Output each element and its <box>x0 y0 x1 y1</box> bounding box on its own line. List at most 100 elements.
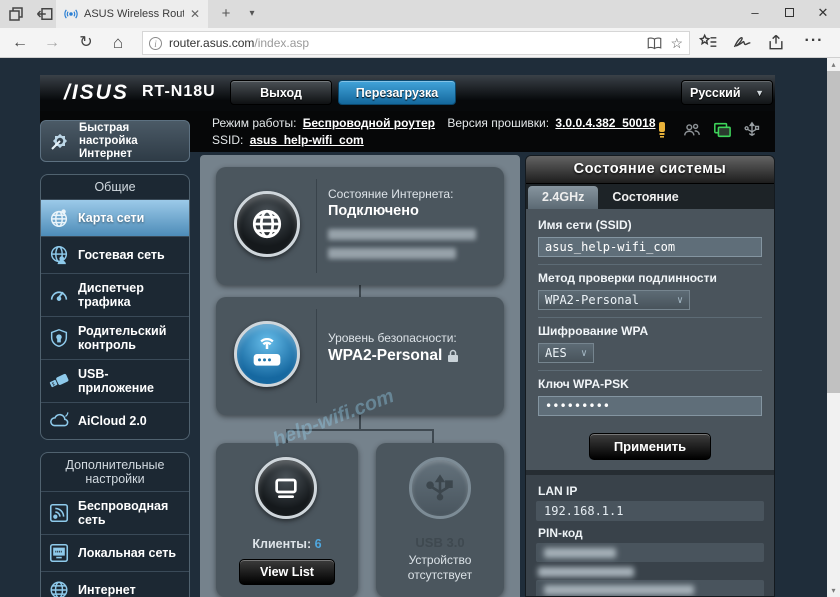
tab-24ghz[interactable]: 2.4GHz <box>528 186 598 209</box>
language-selector[interactable]: Русский ▼ <box>681 80 773 105</box>
panel-title: Состояние системы <box>526 156 774 184</box>
usb-title: USB 3.0 <box>376 535 504 550</box>
share-icon[interactable] <box>766 32 790 54</box>
guest-network-icon <box>48 244 70 266</box>
network-map: Состояние Интернета: Подключено Уровень … <box>200 155 520 597</box>
lan-ip-value: 192.168.1.1 <box>536 501 764 521</box>
gear-wrench-icon <box>48 129 72 153</box>
wired-status-icon[interactable] <box>713 120 731 140</box>
wireless-icon <box>48 502 70 524</box>
ssid-link[interactable]: asus_help-wifi_com <box>250 133 364 147</box>
sidebar-item-wireless[interactable]: Беспроводная сеть <box>41 491 189 534</box>
sidebar-item-parental-control[interactable]: Родительский контроль <box>41 316 189 359</box>
wpa-key-input[interactable] <box>538 396 762 416</box>
redacted-label <box>526 562 774 580</box>
clients-label: Клиенты: <box>252 537 311 551</box>
page-scrollbar[interactable]: ▴ ▾ <box>827 58 840 597</box>
wpa-encryption-select[interactable]: AES ∨ <box>538 343 594 363</box>
sidebar-item-lan[interactable]: Локальная сеть <box>41 534 189 571</box>
tab-list-chevron-icon[interactable]: ▾ <box>240 0 264 28</box>
url-field[interactable]: i router.asus.com/index.asp ☆ <box>142 31 690 55</box>
page-info-icon[interactable]: i <box>149 37 162 50</box>
sidebar-item-network-map[interactable]: Карта сети <box>41 199 189 236</box>
usb-card[interactable]: USB 3.0 Устройство отсутствует <box>376 443 504 597</box>
close-button[interactable]: ✕ <box>806 0 840 28</box>
tab-status[interactable]: Состояние <box>598 186 692 209</box>
apply-button[interactable]: Применить <box>589 433 711 460</box>
wpa-encryption-label: Шифрование WPA <box>538 324 762 338</box>
reading-view-icon[interactable] <box>647 37 662 50</box>
favorite-star-icon[interactable]: ☆ <box>670 35 683 52</box>
refresh-button[interactable]: ↻ <box>72 28 100 58</box>
sidebar: Быстрая настройка Интернет Общие Карта с… <box>40 120 190 597</box>
parental-control-icon <box>48 327 70 349</box>
pin-code-label: PIN-код <box>526 521 774 543</box>
clients-card[interactable]: Клиенты: 6 View List <box>216 443 358 597</box>
sidebar-item-traffic-manager[interactable]: Диспетчер трафика <box>41 273 189 316</box>
sidebar-section-advanced: Дополнительные настройки Беспроводная се… <box>40 452 190 597</box>
quick-setup-button[interactable]: Быстрая настройка Интернет <box>40 120 190 162</box>
browser-titlebar: ASUS Wireless Router R ✕ + ▾ – ✕ <box>0 0 840 28</box>
more-options-icon[interactable]: ··· <box>802 32 826 54</box>
redacted-wan-ip <box>328 229 476 240</box>
chevron-down-icon: ∨ <box>677 295 683 306</box>
minimize-button[interactable]: – <box>738 0 772 28</box>
panel-tabs: 2.4GHz Состояние <box>526 184 774 209</box>
close-tab-icon[interactable]: ✕ <box>190 7 200 21</box>
url-text: router.asus.com/index.asp <box>169 36 639 50</box>
clients-status-icon[interactable] <box>683 120 701 140</box>
set-aside-tabs-icon[interactable] <box>36 5 54 23</box>
logout-button[interactable]: Выход <box>230 80 332 105</box>
section-title-advanced: Дополнительные настройки <box>41 453 189 491</box>
redacted-value <box>536 580 764 597</box>
view-list-button[interactable]: View List <box>239 559 335 585</box>
internet-status-card[interactable]: Состояние Интернета: Подключено <box>216 167 504 285</box>
mode-label: Режим работы: <box>212 116 296 130</box>
new-tab-button[interactable]: + <box>214 0 238 28</box>
internet-icon <box>48 579 70 597</box>
wireless-settings-form: Имя сети (SSID) Метод проверки подлиннос… <box>526 209 774 470</box>
tab-preview-icon[interactable] <box>7 5 25 23</box>
system-info-list: LAN IP 192.168.1.1 PIN-код Wireless MAC-… <box>526 475 774 597</box>
usb-icon <box>409 457 471 519</box>
scroll-down-icon[interactable]: ▾ <box>827 584 840 597</box>
browser-addressbar: ← → ↻ ⌂ i router.asus.com/index.asp ☆ ··… <box>0 28 840 58</box>
browser-tab[interactable]: ASUS Wireless Router R ✕ <box>56 0 208 28</box>
monitor-icon <box>255 457 317 519</box>
lan-icon <box>48 542 70 564</box>
chevron-down-icon: ∨ <box>581 348 587 359</box>
scroll-up-icon[interactable]: ▴ <box>827 58 840 71</box>
internet-status-value: Подключено <box>328 203 476 219</box>
divider <box>316 309 317 403</box>
hub-icon[interactable] <box>698 32 722 54</box>
mode-link[interactable]: Беспроводной роутер <box>303 116 435 130</box>
ssid-input[interactable] <box>538 237 762 257</box>
sidebar-item-usb-application[interactable]: USB-приложение <box>41 359 189 402</box>
sidebar-item-guest-network[interactable]: Гостевая сеть <box>41 236 189 273</box>
ssid-label: SSID: <box>212 133 243 147</box>
forward-button[interactable]: → <box>38 28 66 58</box>
connector-line <box>359 285 361 297</box>
clients-count: 6 <box>315 537 322 551</box>
traffic-manager-icon <box>48 284 70 306</box>
maximize-button[interactable] <box>772 0 806 28</box>
auth-method-select[interactable]: WPA2-Personal ∨ <box>538 290 690 310</box>
sidebar-item-aicloud[interactable]: AiCloud 2.0 <box>41 402 189 439</box>
pin-code-value <box>536 543 764 562</box>
scrollbar-thumb[interactable] <box>827 71 840 393</box>
firmware-link[interactable]: 3.0.0.4.382_50018 <box>555 116 655 130</box>
usb-status: Устройство отсутствует <box>376 553 504 583</box>
auth-method-label: Метод проверки подлинности <box>538 271 762 285</box>
security-level-value: WPA2-Personal <box>328 347 442 365</box>
led-status-icon[interactable] <box>653 120 671 140</box>
security-level-label: Уровень безопасности: <box>328 331 459 345</box>
reboot-button[interactable]: Перезагрузка <box>338 80 456 105</box>
usb-status-icon[interactable] <box>743 120 761 140</box>
wireless-favicon-icon <box>64 7 78 21</box>
router-icon <box>234 321 300 387</box>
router-model: RT-N18U <box>142 83 216 101</box>
web-note-icon[interactable] <box>732 32 756 54</box>
back-button[interactable]: ← <box>6 28 34 58</box>
home-button[interactable]: ⌂ <box>104 28 132 58</box>
sidebar-item-internet[interactable]: Интернет <box>41 571 189 597</box>
